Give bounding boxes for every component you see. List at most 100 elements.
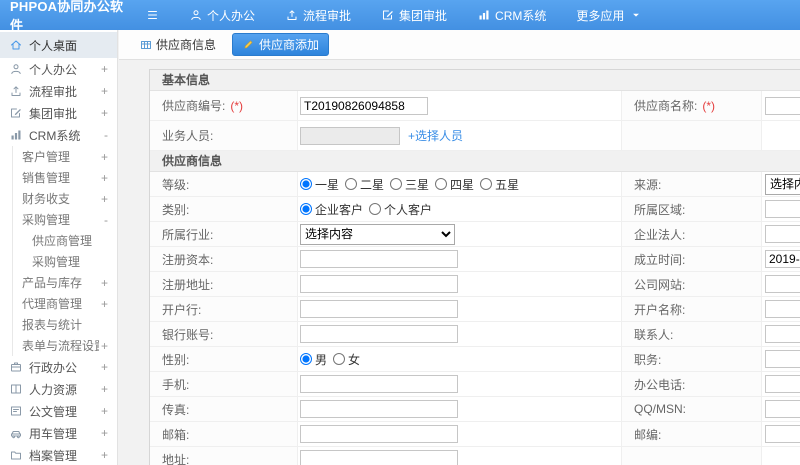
source-select[interactable]: 选择内容 [765,173,800,195]
sidebar-item-label: 财务收支 [22,192,71,206]
sidebar-item-vehicle-mgmt[interactable]: 用车管理 + [0,422,117,444]
field-label: 手机: [150,372,298,396]
level-radio-4[interactable]: 五星 [480,176,519,193]
sidebar-item-label: 客户管理 [22,150,71,164]
sidebar-item-label: 人力资源 [29,382,78,397]
sidebar-item-personal-desktop[interactable]: 个人桌面 [0,32,117,58]
field-control [298,422,622,446]
industry-select[interactable]: 选择内容 [300,223,455,245]
region-input[interactable] [765,200,800,218]
form-row: 业务人员: +选择人员 [150,121,800,151]
office-phone-input[interactable] [765,375,800,393]
legal-person-input[interactable] [765,225,800,243]
form-row: 手机: 办公电话: [150,372,800,397]
field-control [762,121,800,150]
supplier-code-input[interactable] [300,96,428,115]
menu-toggle-icon[interactable] [146,9,159,22]
level-radio-input-4[interactable] [480,178,493,190]
sidebar-item-personal-office[interactable]: 个人办公 + [0,58,117,80]
level-radio-1[interactable]: 二星 [345,176,384,193]
field-control [762,447,800,465]
job-title-input[interactable] [765,350,800,368]
gender-radio-0[interactable]: 男 [300,351,327,368]
zip-code-input[interactable] [765,425,800,443]
gender-radio-input-0[interactable] [300,353,312,365]
bank-account-input[interactable] [300,325,458,343]
level-radio-input-0[interactable] [300,178,312,190]
founded-date-input[interactable] [765,250,800,268]
main-content: 供应商信息 供应商添加 基本信息供应商编号:(*) 供应商名称:(*) 业务人员: +选… [119,30,800,465]
sidebar-item-archive-mgmt[interactable]: 档案管理 + [0,444,117,465]
business-staff-input[interactable] [300,126,400,145]
sidebar-item-product-inventory[interactable]: 产品与库存 + [12,272,117,293]
user-icon [189,9,202,22]
expand-indicator: + [100,382,108,396]
sidebar-item-supplier-mgmt[interactable]: 供应商管理 [12,230,117,251]
expand-indicator: + [100,170,108,185]
level-radio-3[interactable]: 四星 [435,176,474,193]
sidebar-item-label: 采购管理 [22,213,71,227]
field-control [298,372,622,396]
form-row: 注册地址: 公司网站: [150,272,800,297]
qq-msn-input[interactable] [765,400,800,418]
sidebar-item-purchase-mgmt-sub[interactable]: 采购管理 [12,251,117,272]
field-label: 开户行: [150,297,298,321]
registered-capital-input[interactable] [300,250,458,268]
category-radio-1[interactable]: 个人客户 [369,201,432,218]
email-input[interactable] [300,425,458,443]
doc-icon [9,405,22,418]
mobile-input[interactable] [300,375,458,393]
sidebar-item-purchase-mgmt[interactable]: 采购管理 - [12,209,117,230]
supplier-name-input[interactable] [765,96,800,115]
sidebar-item-admin-office[interactable]: 行政办公 + [0,356,117,378]
sidebar-item-crm-system[interactable]: CRM系统 - [0,124,117,146]
field-control [762,347,800,371]
sidebar: 个人桌面 个人办公 + 流程审批 + 集团审批 + CRM系统 - 客户管理 + 销售管理 + 财务收支 +… [0,30,118,465]
gender-radio-1[interactable]: 女 [333,351,360,368]
category-radio-input-0[interactable] [300,203,312,215]
category-radio-0[interactable]: 企业客户 [300,201,363,218]
topbar-menu-personal-office[interactable]: 个人办公 [189,7,255,24]
topbar-menu-group-approval[interactable]: 集团审批 [381,7,447,24]
level-radio-0[interactable]: 一星 [300,176,339,193]
sidebar-item-form-workflow-settings[interactable]: 表单与流程设置 + [12,335,117,356]
topbar-menu-more-apps[interactable]: 更多应用 [576,7,642,24]
level-radio-input-1[interactable] [345,178,358,190]
chart-icon [9,129,22,142]
level-radio-input-3[interactable] [435,178,448,190]
sidebar-item-label: CRM系统 [29,128,81,143]
tab-supplier-info[interactable]: 供应商信息 [133,33,222,56]
caret-icon [629,9,642,22]
gender-radio-input-1[interactable] [333,353,346,365]
level-radio-input-2[interactable] [390,178,403,190]
field-control [298,297,622,321]
sidebar-item-label: 产品与库存 [22,276,83,290]
account-name-input[interactable] [765,300,800,318]
sidebar-item-workflow-approval[interactable]: 流程审批 + [0,80,117,102]
sidebar-item-sales-mgmt[interactable]: 销售管理 + [12,167,117,188]
sidebar-item-agent-mgmt[interactable]: 代理商管理 + [12,293,117,314]
company-website-input[interactable] [765,275,800,293]
business-staff-link[interactable]: +选择人员 [408,127,463,144]
category-radio-input-1[interactable] [369,203,382,215]
form-row: 传真: QQ/MSN: [150,397,800,422]
sidebar-item-finance-income-expense[interactable]: 财务收支 + [12,188,117,209]
fax-input[interactable] [300,400,458,418]
topbar-menu-crm-system[interactable]: CRM系统 [477,7,546,24]
level-radio-2[interactable]: 三星 [390,176,429,193]
table-icon [139,38,152,51]
sidebar-item-document-mgmt[interactable]: 公文管理 + [0,400,117,422]
sidebar-item-human-resources[interactable]: 人力资源 + [0,378,117,400]
topbar-menu-workflow-approval[interactable]: 流程审批 [285,7,351,24]
contact-person-input[interactable] [765,325,800,343]
address-input[interactable] [300,450,458,465]
edit-icon [381,9,394,22]
sidebar-item-group-approval[interactable]: 集团审批 + [0,102,117,124]
registered-address-input[interactable] [300,275,458,293]
field-control [762,322,800,346]
sidebar-item-customer-mgmt[interactable]: 客户管理 + [12,146,117,167]
bank-branch-input[interactable] [300,300,458,318]
expand-indicator: - [104,212,108,227]
tab-supplier-add[interactable]: 供应商添加 [232,33,330,56]
sidebar-item-reports-statistics[interactable]: 报表与统计 [12,314,117,335]
